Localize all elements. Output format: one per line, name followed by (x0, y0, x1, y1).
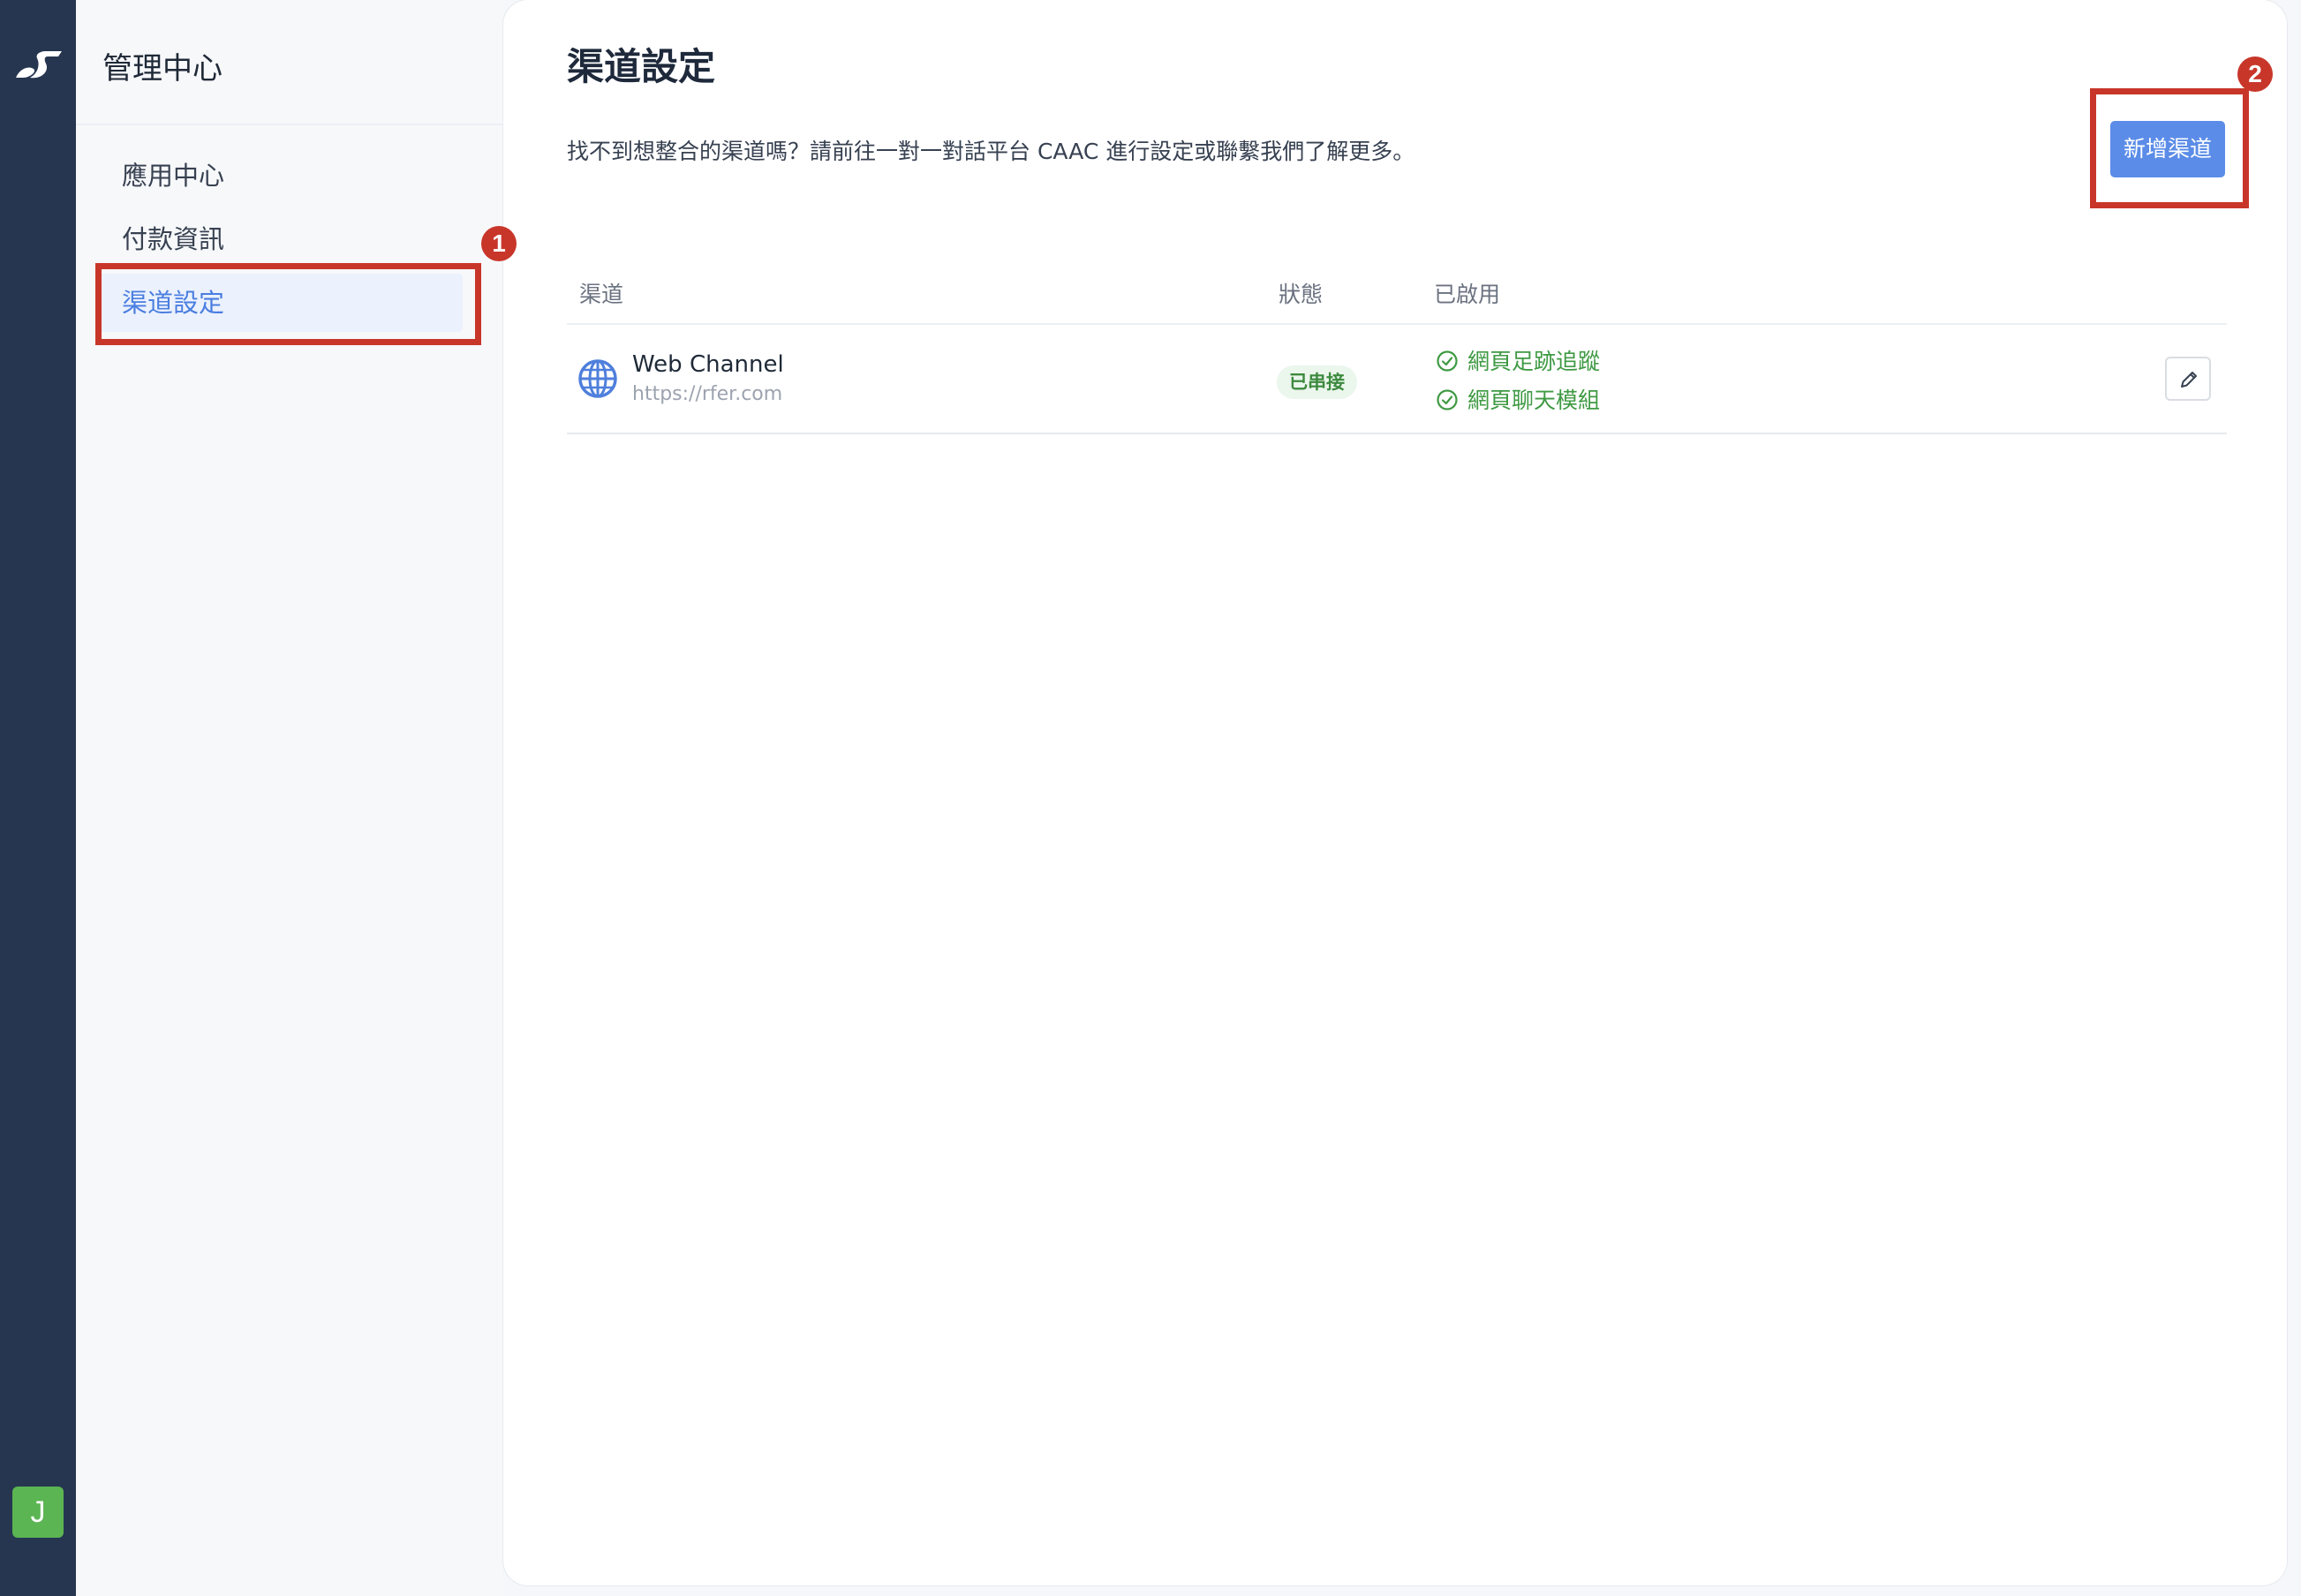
globe-icon (578, 359, 617, 398)
icon-rail: J (0, 0, 76, 1596)
main-panel: 渠道設定 找不到想整合的渠道嗎？請前往一對一對話平台 CAAC 進行設定或聯繫我… (503, 0, 2287, 1585)
pencil-icon (2181, 372, 2197, 388)
channel-name: Web Channel (632, 351, 784, 378)
app-logo-icon[interactable] (11, 42, 64, 85)
user-avatar[interactable]: J (12, 1487, 64, 1538)
annotation-highlight-box (95, 263, 481, 345)
check-circle-icon (1437, 350, 1458, 372)
enabled-feature-item: 網頁足跡追蹤 (1436, 344, 1600, 376)
sidebar-item-payment-info[interactable]: 付款資訊 (97, 210, 463, 268)
sidebar-divider (76, 124, 503, 125)
annotation-step-badge: 2 (2237, 56, 2273, 92)
admin-sidebar: 管理中心 應用中心 付款資訊 渠道設定 (76, 0, 503, 1596)
column-header-status: 狀態 (1279, 282, 1324, 307)
sidebar-item-app-center[interactable]: 應用中心 (97, 147, 463, 205)
app-window: J 管理中心 應用中心 付款資訊 渠道設定 渠道設定 找不到想整合的渠道嗎？請前… (0, 0, 2301, 1596)
sidebar-title: 管理中心 (102, 51, 223, 87)
enabled-feature-item: 網頁聊天模組 (1436, 383, 1600, 415)
page-title: 渠道設定 (567, 45, 716, 88)
table-row: Web Channel https://rfer.com 已串接 網頁足跡追蹤 … (567, 325, 2227, 434)
edit-channel-button[interactable] (2165, 357, 2211, 401)
check-circle-icon (1437, 389, 1458, 410)
annotation-highlight-box (2090, 88, 2249, 208)
column-header-channel: 渠道 (579, 282, 624, 307)
column-header-enabled: 已啟用 (1434, 282, 1501, 307)
page-description: 找不到想整合的渠道嗎？請前往一對一對話平台 CAAC 進行設定或聯繫我們了解更多… (567, 139, 1415, 164)
enabled-feature-label: 網頁聊天模組 (1467, 388, 1601, 413)
annotation-step-badge: 1 (481, 226, 517, 261)
enabled-feature-label: 網頁足跡追蹤 (1467, 349, 1601, 374)
channel-url: https://rfer.com (632, 383, 783, 405)
status-badge: 已串接 (1277, 365, 1357, 399)
